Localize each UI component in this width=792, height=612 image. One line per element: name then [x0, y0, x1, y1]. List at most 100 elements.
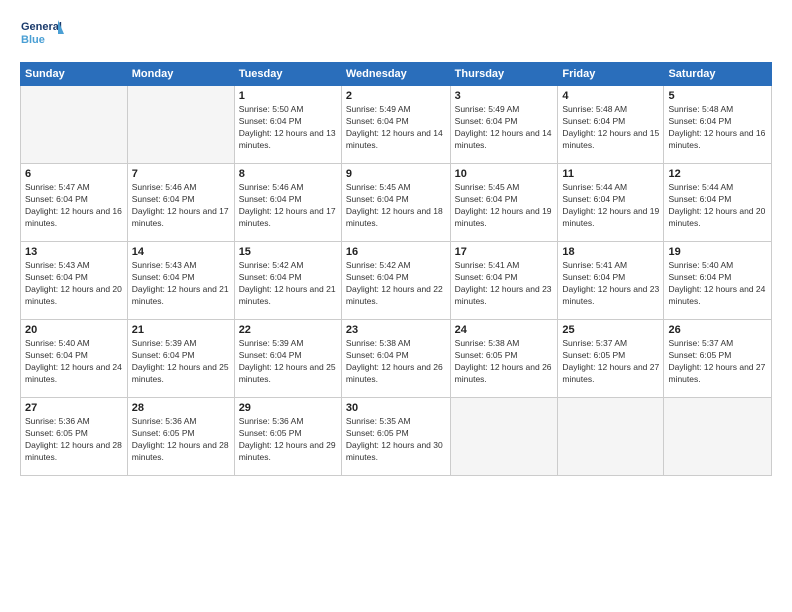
calendar-cell: 15 Sunrise: 5:42 AMSunset: 6:04 PMDaylig…: [234, 242, 341, 320]
day-number: 12: [668, 168, 767, 180]
day-number: 13: [25, 246, 123, 258]
calendar-row: 6 Sunrise: 5:47 AMSunset: 6:04 PMDayligh…: [21, 164, 772, 242]
day-info: Sunrise: 5:38 AMSunset: 6:04 PMDaylight:…: [346, 338, 446, 386]
calendar-cell: 14 Sunrise: 5:43 AMSunset: 6:04 PMDaylig…: [127, 242, 234, 320]
header-day: Sunday: [21, 63, 128, 86]
calendar-cell: [664, 398, 772, 476]
day-info: Sunrise: 5:39 AMSunset: 6:04 PMDaylight:…: [239, 338, 337, 386]
day-number: 8: [239, 168, 337, 180]
calendar-cell: [127, 86, 234, 164]
calendar-cell: [558, 398, 664, 476]
calendar-cell: 12 Sunrise: 5:44 AMSunset: 6:04 PMDaylig…: [664, 164, 772, 242]
day-info: Sunrise: 5:47 AMSunset: 6:04 PMDaylight:…: [25, 182, 123, 230]
day-number: 15: [239, 246, 337, 258]
day-number: 11: [562, 168, 659, 180]
calendar-cell: 24 Sunrise: 5:38 AMSunset: 6:05 PMDaylig…: [450, 320, 558, 398]
calendar-cell: 28 Sunrise: 5:36 AMSunset: 6:05 PMDaylig…: [127, 398, 234, 476]
day-info: Sunrise: 5:45 AMSunset: 6:04 PMDaylight:…: [455, 182, 554, 230]
day-info: Sunrise: 5:36 AMSunset: 6:05 PMDaylight:…: [239, 416, 337, 464]
day-number: 24: [455, 324, 554, 336]
header-day: Thursday: [450, 63, 558, 86]
day-info: Sunrise: 5:39 AMSunset: 6:04 PMDaylight:…: [132, 338, 230, 386]
day-info: Sunrise: 5:48 AMSunset: 6:04 PMDaylight:…: [668, 104, 767, 152]
day-number: 19: [668, 246, 767, 258]
calendar-cell: [450, 398, 558, 476]
calendar-cell: 11 Sunrise: 5:44 AMSunset: 6:04 PMDaylig…: [558, 164, 664, 242]
header-row: SundayMondayTuesdayWednesdayThursdayFrid…: [21, 63, 772, 86]
calendar-row: 13 Sunrise: 5:43 AMSunset: 6:04 PMDaylig…: [21, 242, 772, 320]
day-info: Sunrise: 5:36 AMSunset: 6:05 PMDaylight:…: [132, 416, 230, 464]
calendar-row: 20 Sunrise: 5:40 AMSunset: 6:04 PMDaylig…: [21, 320, 772, 398]
day-info: Sunrise: 5:49 AMSunset: 6:04 PMDaylight:…: [346, 104, 446, 152]
day-number: 3: [455, 90, 554, 102]
calendar-cell: 20 Sunrise: 5:40 AMSunset: 6:04 PMDaylig…: [21, 320, 128, 398]
svg-text:General: General: [21, 21, 62, 33]
day-info: Sunrise: 5:41 AMSunset: 6:04 PMDaylight:…: [562, 260, 659, 308]
day-number: 14: [132, 246, 230, 258]
calendar-cell: 2 Sunrise: 5:49 AMSunset: 6:04 PMDayligh…: [341, 86, 450, 164]
svg-text:Blue: Blue: [21, 34, 45, 46]
calendar-row: 27 Sunrise: 5:36 AMSunset: 6:05 PMDaylig…: [21, 398, 772, 476]
calendar-cell: 18 Sunrise: 5:41 AMSunset: 6:04 PMDaylig…: [558, 242, 664, 320]
day-info: Sunrise: 5:42 AMSunset: 6:04 PMDaylight:…: [239, 260, 337, 308]
day-info: Sunrise: 5:40 AMSunset: 6:04 PMDaylight:…: [25, 338, 123, 386]
calendar-cell: 6 Sunrise: 5:47 AMSunset: 6:04 PMDayligh…: [21, 164, 128, 242]
calendar-cell: 23 Sunrise: 5:38 AMSunset: 6:04 PMDaylig…: [341, 320, 450, 398]
day-info: Sunrise: 5:35 AMSunset: 6:05 PMDaylight:…: [346, 416, 446, 464]
day-info: Sunrise: 5:45 AMSunset: 6:04 PMDaylight:…: [346, 182, 446, 230]
calendar-cell: 16 Sunrise: 5:42 AMSunset: 6:04 PMDaylig…: [341, 242, 450, 320]
calendar-cell: 8 Sunrise: 5:46 AMSunset: 6:04 PMDayligh…: [234, 164, 341, 242]
day-info: Sunrise: 5:36 AMSunset: 6:05 PMDaylight:…: [25, 416, 123, 464]
calendar-cell: 22 Sunrise: 5:39 AMSunset: 6:04 PMDaylig…: [234, 320, 341, 398]
day-number: 6: [25, 168, 123, 180]
header-day: Friday: [558, 63, 664, 86]
calendar-row: 1 Sunrise: 5:50 AMSunset: 6:04 PMDayligh…: [21, 86, 772, 164]
header-day: Tuesday: [234, 63, 341, 86]
header-day: Monday: [127, 63, 234, 86]
day-number: 7: [132, 168, 230, 180]
calendar-cell: 7 Sunrise: 5:46 AMSunset: 6:04 PMDayligh…: [127, 164, 234, 242]
calendar-cell: 9 Sunrise: 5:45 AMSunset: 6:04 PMDayligh…: [341, 164, 450, 242]
day-info: Sunrise: 5:37 AMSunset: 6:05 PMDaylight:…: [668, 338, 767, 386]
day-number: 30: [346, 402, 446, 414]
day-info: Sunrise: 5:41 AMSunset: 6:04 PMDaylight:…: [455, 260, 554, 308]
day-number: 16: [346, 246, 446, 258]
calendar-cell: 30 Sunrise: 5:35 AMSunset: 6:05 PMDaylig…: [341, 398, 450, 476]
day-number: 26: [668, 324, 767, 336]
day-number: 10: [455, 168, 554, 180]
header: General Blue: [20, 16, 772, 52]
calendar-cell: 26 Sunrise: 5:37 AMSunset: 6:05 PMDaylig…: [664, 320, 772, 398]
day-info: Sunrise: 5:42 AMSunset: 6:04 PMDaylight:…: [346, 260, 446, 308]
header-day: Wednesday: [341, 63, 450, 86]
calendar-header: SundayMondayTuesdayWednesdayThursdayFrid…: [21, 63, 772, 86]
day-info: Sunrise: 5:43 AMSunset: 6:04 PMDaylight:…: [25, 260, 123, 308]
day-number: 5: [668, 90, 767, 102]
day-info: Sunrise: 5:48 AMSunset: 6:04 PMDaylight:…: [562, 104, 659, 152]
calendar-table: SundayMondayTuesdayWednesdayThursdayFrid…: [20, 62, 772, 476]
day-number: 1: [239, 90, 337, 102]
day-info: Sunrise: 5:44 AMSunset: 6:04 PMDaylight:…: [668, 182, 767, 230]
day-number: 23: [346, 324, 446, 336]
day-number: 22: [239, 324, 337, 336]
calendar-body: 1 Sunrise: 5:50 AMSunset: 6:04 PMDayligh…: [21, 86, 772, 476]
day-info: Sunrise: 5:38 AMSunset: 6:05 PMDaylight:…: [455, 338, 554, 386]
calendar-cell: 4 Sunrise: 5:48 AMSunset: 6:04 PMDayligh…: [558, 86, 664, 164]
day-number: 17: [455, 246, 554, 258]
calendar-cell: 3 Sunrise: 5:49 AMSunset: 6:04 PMDayligh…: [450, 86, 558, 164]
calendar-cell: 17 Sunrise: 5:41 AMSunset: 6:04 PMDaylig…: [450, 242, 558, 320]
day-number: 28: [132, 402, 230, 414]
day-number: 29: [239, 402, 337, 414]
day-number: 21: [132, 324, 230, 336]
logo: General Blue: [20, 16, 64, 52]
day-info: Sunrise: 5:44 AMSunset: 6:04 PMDaylight:…: [562, 182, 659, 230]
calendar-cell: 5 Sunrise: 5:48 AMSunset: 6:04 PMDayligh…: [664, 86, 772, 164]
day-number: 25: [562, 324, 659, 336]
calendar-cell: [21, 86, 128, 164]
day-info: Sunrise: 5:43 AMSunset: 6:04 PMDaylight:…: [132, 260, 230, 308]
day-info: Sunrise: 5:49 AMSunset: 6:04 PMDaylight:…: [455, 104, 554, 152]
page: General Blue SundayMondayTuesdayWednesda…: [0, 0, 792, 612]
calendar-cell: 21 Sunrise: 5:39 AMSunset: 6:04 PMDaylig…: [127, 320, 234, 398]
day-number: 9: [346, 168, 446, 180]
day-number: 2: [346, 90, 446, 102]
logo-svg: General Blue: [20, 16, 64, 52]
